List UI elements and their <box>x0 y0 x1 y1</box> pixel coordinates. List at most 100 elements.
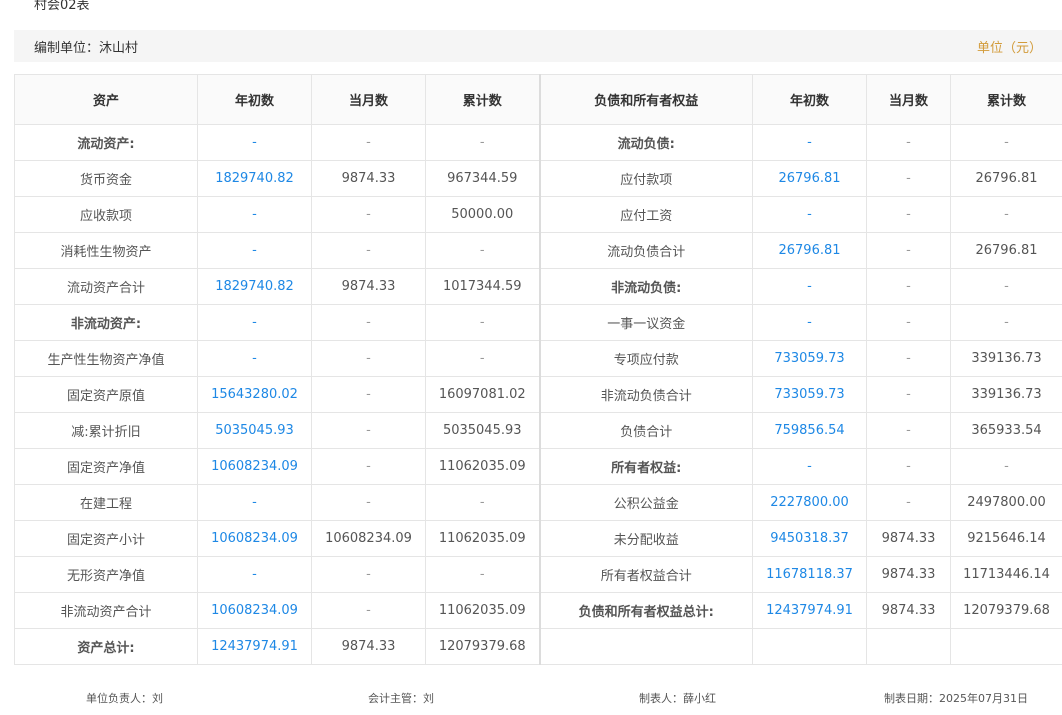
asset-begin-cell[interactable]: - <box>197 196 312 233</box>
table-row: 非流动资产: - - - 一事一议资金 - - - <box>14 304 1062 341</box>
liability-month-cell: - <box>866 448 951 485</box>
asset-begin-cell[interactable]: 10608234.09 <box>197 592 312 629</box>
liability-cumulative-cell: 365933.54 <box>950 412 1062 449</box>
liability-begin-cell[interactable]: 26796.81 <box>752 160 867 197</box>
asset-begin-cell[interactable]: - <box>197 124 312 161</box>
asset-begin-cell[interactable]: - <box>197 484 312 521</box>
asset-begin-cell[interactable]: 10608234.09 <box>197 520 312 557</box>
liability-month-cell: - <box>866 412 951 449</box>
liability-cumulative-cell: - <box>950 124 1062 161</box>
liability-begin-cell[interactable]: 12437974.91 <box>752 592 867 629</box>
asset-month-cell: - <box>311 196 426 233</box>
liability-cumulative-cell <box>950 628 1062 665</box>
asset-item-cell: 固定资产净值 <box>14 448 198 485</box>
liability-cumulative-cell: 9215646.14 <box>950 520 1062 557</box>
asset-item-cell: 非流动资产: <box>14 304 198 341</box>
liability-begin-cell[interactable]: 11678118.37 <box>752 556 867 593</box>
asset-item-cell: 在建工程 <box>14 484 198 521</box>
liability-month-cell: - <box>866 484 951 521</box>
liability-item-cell: 专项应付款 <box>538 340 753 377</box>
asset-month-cell: - <box>311 484 426 521</box>
liability-begin-cell[interactable]: - <box>752 448 867 485</box>
asset-cumulative-cell: 50000.00 <box>425 196 540 233</box>
asset-begin-cell[interactable]: 1829740.82 <box>197 268 312 305</box>
liability-cumulative-cell: - <box>950 196 1062 233</box>
currency-unit: 单位（元） <box>976 40 1042 56</box>
liability-month-cell: - <box>866 268 951 305</box>
asset-cumulative-cell: 11062035.09 <box>425 520 540 557</box>
liability-begin-cell[interactable]: - <box>752 268 867 305</box>
asset-item-cell: 流动资产合计 <box>14 268 198 305</box>
asset-begin-cell[interactable]: 1829740.82 <box>197 160 312 197</box>
liability-month-cell: 9874.33 <box>866 556 951 593</box>
col-header-asset-begin: 年初数 <box>197 74 312 125</box>
table-row: 非流动资产合计 10608234.09-11062035.09 负债和所有者权益总计… <box>14 592 1062 629</box>
asset-month-cell: 9874.33 <box>311 628 426 665</box>
asset-cumulative-cell: 11062035.09 <box>425 592 540 629</box>
table-row: 无形资产净值 - - - 所有者权益合计 11678118.37 9874.33 117134… <box>14 556 1062 593</box>
table-row: 消耗性生物资产 - - - 流动负债合计 26796.81-26796.81 <box>14 232 1062 269</box>
liability-month-cell: - <box>866 160 951 197</box>
asset-item-cell: 无形资产净值 <box>14 556 198 593</box>
table-row: 生产性生物资产净值 - - - 专项应付款 733059.73-339136.73 <box>14 340 1062 377</box>
table-row: 流动资产合计 1829740.82 9874.33 1017344.59 非流动负债: -… <box>14 268 1062 305</box>
table-row: 固定资产净值 10608234.09-11062035.09 所有者权益: - - - <box>14 448 1062 485</box>
asset-begin-cell[interactable]: 12437974.91 <box>197 628 312 665</box>
asset-month-cell: - <box>311 340 426 377</box>
liability-begin-cell[interactable]: 759856.54 <box>752 412 867 449</box>
asset-cumulative-cell: - <box>425 340 540 377</box>
footer-principal: 单位负责人：刘 <box>86 692 163 705</box>
asset-month-cell: - <box>311 376 426 413</box>
table-row: 减:累计折旧 5035045.93-5035045.93 负债合计 759856.54… <box>14 412 1062 449</box>
col-header-asset-cumulative: 累计数 <box>425 74 540 125</box>
asset-cumulative-cell: 16097081.02 <box>425 376 540 413</box>
asset-cumulative-cell: 11062035.09 <box>425 448 540 485</box>
asset-month-cell: - <box>311 232 426 269</box>
asset-begin-cell[interactable]: 15643280.02 <box>197 376 312 413</box>
footer-preparer: 制表人：薛小红 <box>639 692 716 705</box>
asset-cumulative-cell: - <box>425 484 540 521</box>
asset-begin-cell[interactable]: - <box>197 232 312 269</box>
asset-cumulative-cell: - <box>425 232 540 269</box>
liability-cumulative-cell: - <box>950 268 1062 305</box>
asset-item-cell: 应收款项 <box>14 196 198 233</box>
liability-cumulative-cell: 26796.81 <box>950 160 1062 197</box>
liability-item-cell: 应付款项 <box>538 160 753 197</box>
liability-begin-cell[interactable]: 9450318.37 <box>752 520 867 557</box>
col-header-liab-cumulative: 累计数 <box>950 74 1062 125</box>
asset-item-cell: 减:累计折旧 <box>14 412 198 449</box>
asset-begin-cell[interactable]: 5035045.93 <box>197 412 312 449</box>
table-row: 固定资产原值 15643280.02-16097081.02 非流动负债合计 7330… <box>14 376 1062 413</box>
liability-begin-cell[interactable]: 2227800.00 <box>752 484 867 521</box>
asset-begin-cell[interactable]: - <box>197 340 312 377</box>
asset-month-cell: - <box>311 592 426 629</box>
liability-month-cell <box>866 628 951 665</box>
liability-item-cell: 所有者权益: <box>538 448 753 485</box>
table-row: 应收款项 - -50000.00 应付工资 - - - <box>14 196 1062 233</box>
report-meta-bar: 编制单位：沐山村 单位（元） <box>14 30 1062 62</box>
asset-month-cell: - <box>311 124 426 161</box>
footer-accountant: 会计主管：刘 <box>368 692 434 705</box>
asset-begin-cell[interactable]: 10608234.09 <box>197 448 312 485</box>
asset-month-cell: - <box>311 412 426 449</box>
balance-sheet-table: 资产 年初数 当月数 累计数 负债和所有者权益 年初数 当月数 累计数 流动资产… <box>14 74 1062 665</box>
liability-begin-cell[interactable]: 733059.73 <box>752 340 867 377</box>
asset-cumulative-cell: 12079379.68 <box>425 628 540 665</box>
asset-month-cell: - <box>311 304 426 341</box>
liability-month-cell: - <box>866 196 951 233</box>
asset-item-cell: 固定资产小计 <box>14 520 198 557</box>
liability-begin-cell[interactable]: 733059.73 <box>752 376 867 413</box>
liability-item-cell: 公积公益金 <box>538 484 753 521</box>
signature-footer: 单位负责人：刘 会计主管：刘 制表人：薛小红 制表日期：2025年07月31日 <box>0 690 1062 705</box>
liability-begin-cell[interactable]: 26796.81 <box>752 232 867 269</box>
liability-begin-cell[interactable]: - <box>752 124 867 161</box>
asset-begin-cell[interactable]: - <box>197 304 312 341</box>
asset-item-cell: 固定资产原值 <box>14 376 198 413</box>
asset-begin-cell[interactable]: - <box>197 556 312 593</box>
liability-begin-cell[interactable]: - <box>752 196 867 233</box>
table-row: 流动资产: - - - 流动负债: - - - <box>14 124 1062 161</box>
liability-cumulative-cell: - <box>950 304 1062 341</box>
liability-begin-cell[interactable]: - <box>752 304 867 341</box>
liability-item-cell: 非流动负债: <box>538 268 753 305</box>
asset-month-cell: 10608234.09 <box>311 520 426 557</box>
